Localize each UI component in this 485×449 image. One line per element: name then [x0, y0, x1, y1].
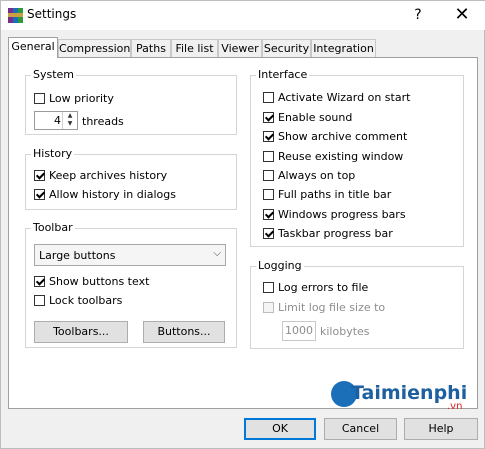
threads-value: 4 [54, 114, 61, 127]
full-paths-checkbox[interactable]: Full paths in title bar [263, 186, 391, 202]
keep-archives-history-label: Keep archives history [49, 168, 168, 182]
general-tab-panel: System Low priority 4 ▲ ▼ threads Histor… [8, 57, 478, 409]
enable-sound-checkbox[interactable]: Enable sound [263, 109, 352, 125]
ok-button[interactable]: OK [244, 418, 316, 440]
threads-spinner[interactable]: 4 ▲ ▼ [34, 111, 78, 130]
show-buttons-text-label: Show buttons text [49, 274, 150, 288]
low-priority-label: Low priority [49, 91, 114, 105]
full-paths-label: Full paths in title bar [278, 187, 392, 201]
settings-window: Settings ? ✕ General Compression Paths F… [0, 0, 485, 449]
log-size-unit-row: kilobytes [320, 323, 370, 339]
spinner-arrows[interactable]: ▲ ▼ [62, 112, 77, 129]
winrar-app-icon [8, 8, 23, 23]
activate-wizard-label: Activate Wizard on start [278, 90, 411, 104]
always-on-top-checkbox-box[interactable] [263, 169, 274, 181]
show-archive-comment-label: Show archive comment [278, 129, 408, 143]
reuse-window-checkbox-box[interactable] [263, 150, 274, 162]
show-archive-comment-checkbox-box[interactable] [263, 130, 274, 142]
windows-progress-bars-checkbox[interactable]: Windows progress bars [263, 206, 406, 222]
allow-history-dialogs-checkbox-box[interactable] [34, 188, 45, 200]
tab-security[interactable]: Security [262, 39, 311, 57]
taskbar-progress-bar-label: Taskbar progress bar [278, 226, 393, 240]
taskbar-progress-bar-checkbox-box[interactable] [263, 227, 274, 239]
always-on-top-label: Always on top [278, 168, 356, 182]
low-priority-checkbox[interactable]: Low priority [34, 90, 114, 106]
lock-toolbars-checkbox-box[interactable] [34, 294, 45, 306]
toolbar-group-title: Toolbar [31, 221, 75, 234]
buttons-button[interactable]: Buttons... [143, 321, 225, 343]
enable-sound-label: Enable sound [278, 110, 353, 124]
full-paths-checkbox-box[interactable] [263, 188, 274, 200]
tab-general[interactable]: General [8, 37, 58, 58]
spin-down-icon[interactable]: ▼ [63, 120, 77, 128]
cancel-button[interactable]: Cancel [324, 418, 397, 440]
limit-log-size-checkbox[interactable]: Limit log file size to [263, 299, 385, 315]
toolbar-style-value: Large buttons [39, 249, 116, 262]
chevron-down-icon[interactable]: ⌵ [213, 248, 221, 259]
toolbar-group: Toolbar Large buttons ⌵ Show buttons tex… [25, 221, 237, 348]
toolbars-button[interactable]: Toolbars... [34, 321, 128, 343]
activate-wizard-checkbox-box[interactable] [263, 91, 274, 103]
threads-label: threads [82, 114, 124, 128]
show-archive-comment-checkbox[interactable]: Show archive comment [263, 128, 407, 144]
windows-progress-bars-label: Windows progress bars [278, 207, 406, 221]
system-group: System Low priority 4 ▲ ▼ threads [25, 68, 237, 135]
spin-up-icon[interactable]: ▲ [63, 112, 77, 120]
lock-toolbars-checkbox[interactable]: Lock toolbars [34, 292, 122, 308]
enable-sound-checkbox-box[interactable] [263, 111, 274, 123]
tab-paths[interactable]: Paths [131, 39, 171, 57]
window-title: Settings [27, 7, 77, 21]
close-icon[interactable]: ✕ [447, 3, 477, 27]
always-on-top-checkbox[interactable]: Always on top [263, 167, 355, 183]
history-group: History Keep archives history Allow hist… [25, 147, 237, 210]
keep-archives-history-checkbox[interactable]: Keep archives history [34, 167, 167, 183]
log-errors-checkbox[interactable]: Log errors to file [263, 279, 368, 295]
show-buttons-text-checkbox[interactable]: Show buttons text [34, 273, 149, 289]
limit-log-size-checkbox-box[interactable] [263, 301, 274, 313]
windows-progress-bars-checkbox-box[interactable] [263, 208, 274, 220]
watermark-suffix: .vn [447, 401, 463, 412]
show-buttons-text-checkbox-box[interactable] [34, 275, 45, 287]
keep-archives-history-checkbox-box[interactable] [34, 169, 45, 181]
help-button[interactable]: Help [404, 418, 478, 440]
reuse-window-checkbox[interactable]: Reuse existing window [263, 148, 403, 164]
tab-compression[interactable]: Compression [58, 39, 131, 57]
title-bar: Settings ? ✕ [1, 1, 485, 30]
log-errors-checkbox-box[interactable] [263, 281, 274, 293]
activate-wizard-checkbox[interactable]: Activate Wizard on start [263, 89, 410, 105]
reuse-window-label: Reuse existing window [278, 149, 404, 163]
logging-group: Logging Log errors to file Limit log fil… [250, 259, 464, 349]
allow-history-dialogs-checkbox[interactable]: Allow history in dialogs [34, 186, 176, 202]
help-question-icon[interactable]: ? [407, 3, 429, 27]
interface-group-title: Interface [256, 68, 310, 81]
toolbar-style-select[interactable]: Large buttons ⌵ [34, 244, 226, 266]
log-errors-label: Log errors to file [278, 280, 369, 294]
lock-toolbars-label: Lock toolbars [49, 293, 123, 307]
interface-group: Interface Activate Wizard on start Enabl… [250, 68, 464, 247]
logging-group-title: Logging [256, 259, 304, 272]
taskbar-progress-bar-checkbox[interactable]: Taskbar progress bar [263, 225, 393, 241]
log-size-unit-label: kilobytes [320, 324, 370, 338]
allow-history-dialogs-label: Allow history in dialogs [49, 187, 176, 201]
limit-log-size-label: Limit log file size to [278, 300, 386, 314]
tab-integration[interactable]: Integration [311, 39, 376, 57]
system-group-title: System [31, 68, 77, 81]
tab-viewer[interactable]: Viewer [218, 39, 262, 57]
log-size-input[interactable]: 1000 [282, 321, 316, 341]
low-priority-checkbox-box[interactable] [34, 92, 45, 104]
threads-label-row: threads [82, 113, 124, 129]
tab-file-list[interactable]: File list [171, 39, 218, 57]
history-group-title: History [31, 147, 75, 160]
